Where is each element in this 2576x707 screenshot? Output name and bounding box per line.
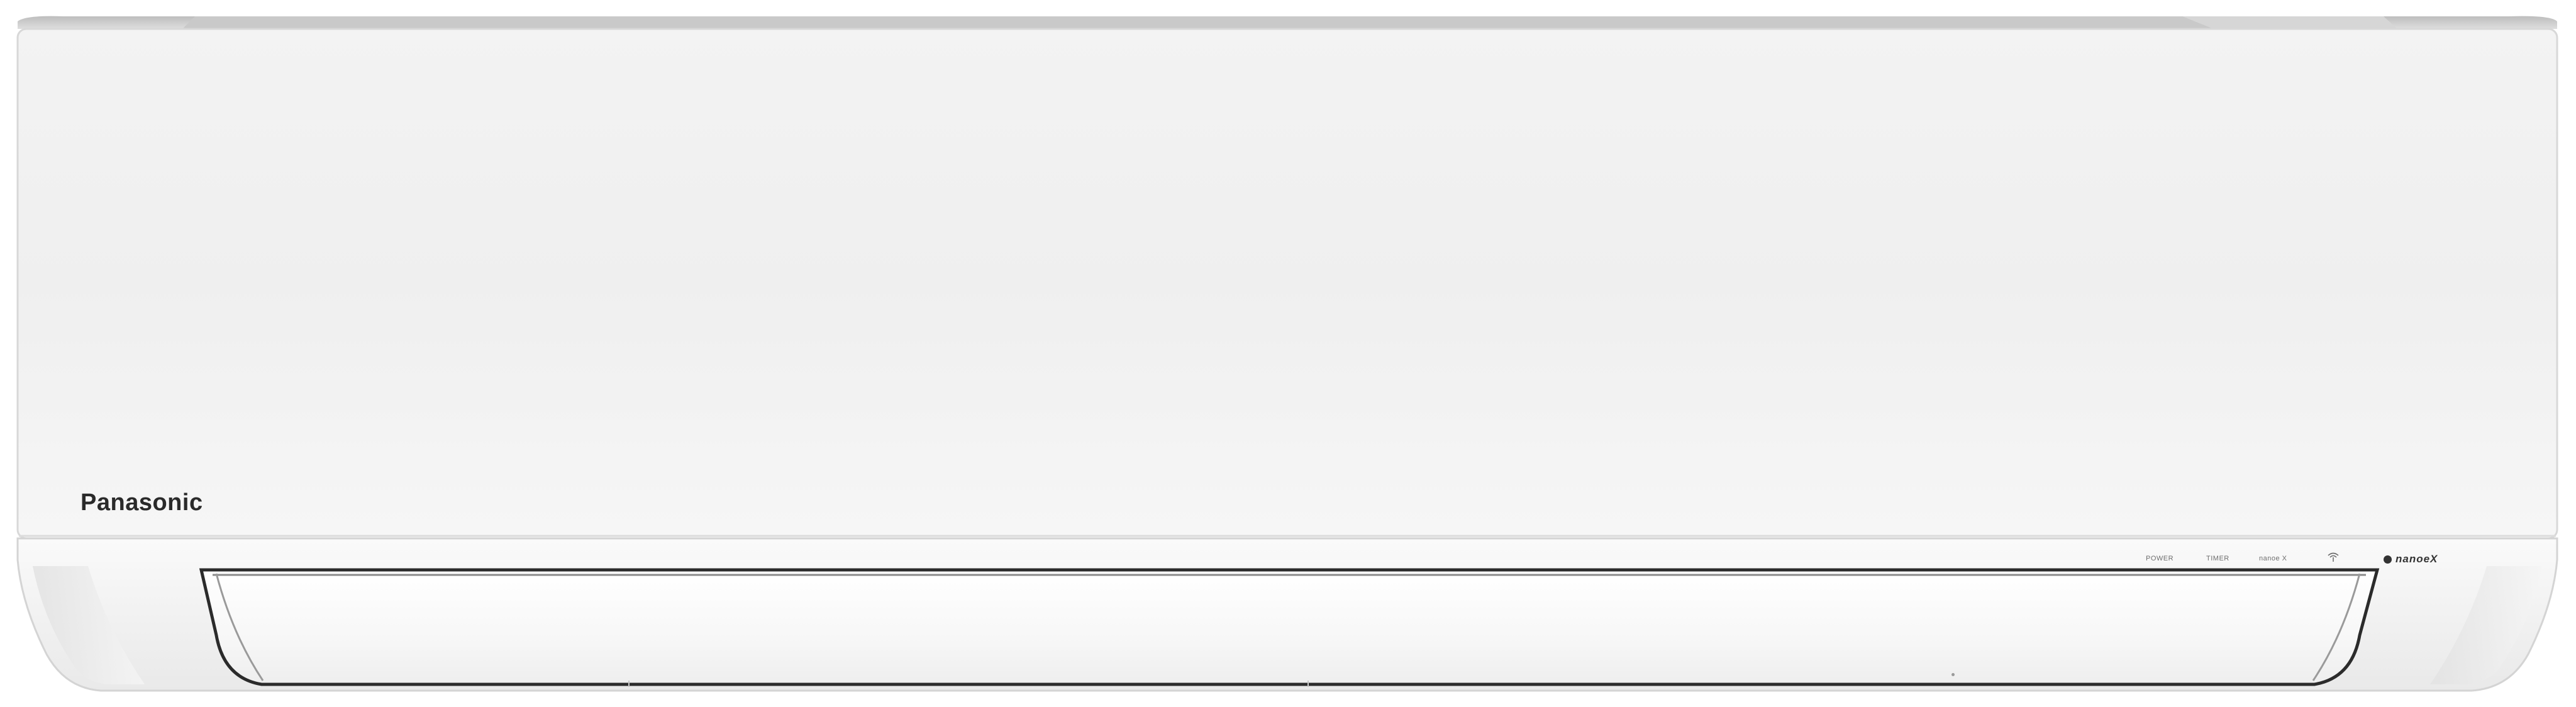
power-indicator-label: POWER [2146,555,2174,562]
nanoe-x-icon [2384,555,2392,564]
nanoe-x-label: nanoeX [2396,553,2438,565]
air-conditioner-indoor-unit [0,0,2576,707]
brand-logo: Panasonic [80,489,203,516]
nanoe-indicator-label: nanoe X [2259,555,2287,562]
timer-indicator-label: TIMER [2206,555,2229,562]
air-conditioner-body [16,16,2558,692]
nanoe-x-badge: nanoeX [2384,551,2438,567]
wifi-icon [2327,551,2340,564]
front-panel [16,28,2558,540]
airflow-louver [199,568,2380,686]
status-led [1951,673,1955,676]
